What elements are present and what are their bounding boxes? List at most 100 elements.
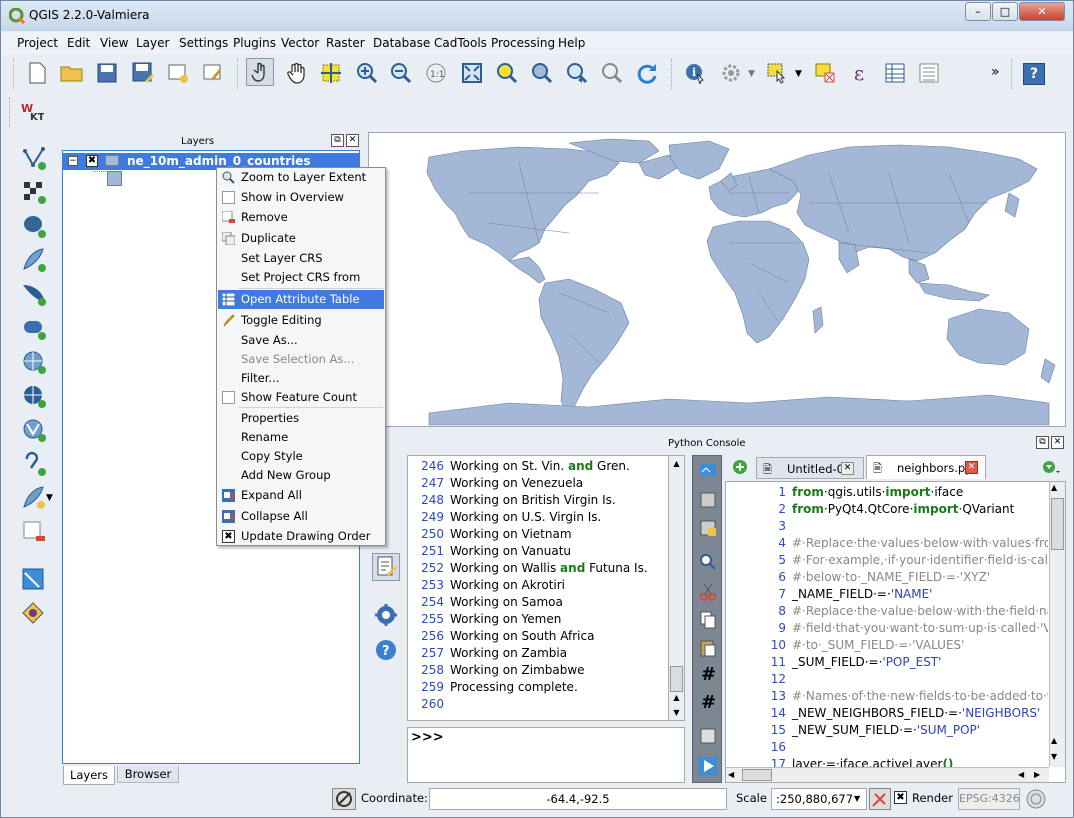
show-editor-icon[interactable]	[372, 553, 400, 581]
crs-status-button[interactable]: EPSG:4326	[958, 788, 1020, 810]
menu-database[interactable]: Database	[373, 36, 430, 50]
menu-remove[interactable]: Remove	[218, 208, 384, 227]
menu-open-attribute-table[interactable]: Open Attribute Table	[218, 290, 384, 309]
scroll-left-icon[interactable]: ◀	[1018, 768, 1024, 782]
scroll-up-icon[interactable]: ▲	[1051, 483, 1057, 492]
scroll-up-icon[interactable]: ▲	[1051, 736, 1057, 745]
console-output[interactable]: 246 Working on St. Vin. and Gren. 247 Worki…	[407, 455, 685, 721]
float-panel-icon[interactable]: ⧉	[331, 134, 344, 147]
scroll-right-icon[interactable]: ▶	[1034, 768, 1040, 782]
save-as-icon[interactable]	[129, 59, 157, 87]
stop-render-icon[interactable]	[869, 788, 891, 810]
editor-vscrollbar[interactable]: ▲ ▲ ▼	[1049, 482, 1065, 767]
map-canvas[interactable]	[368, 132, 1066, 427]
add-vector-layer-icon[interactable]	[19, 143, 49, 173]
zoom-last-icon[interactable]	[563, 59, 591, 87]
add-spatialite-layer-icon[interactable]	[19, 245, 49, 275]
run-feature-action-icon[interactable]	[717, 59, 745, 87]
menu-cadtools[interactable]: CadTools	[434, 36, 487, 50]
settings-icon[interactable]	[374, 603, 398, 630]
menu-collapse-all[interactable]: Collapse All	[218, 507, 384, 526]
add-wms-layer-icon[interactable]	[19, 347, 49, 377]
close-tab-icon[interactable]: ✕	[965, 461, 978, 474]
coordinate-field[interactable]: -64.4,-92.5	[429, 788, 727, 810]
menu-zoom-to-layer-extent[interactable]: Zoom to Layer Extent	[218, 168, 384, 187]
menu-edit[interactable]: Edit	[67, 36, 90, 50]
close-panel-icon[interactable]: ✕	[346, 134, 359, 147]
paste-icon[interactable]	[698, 638, 718, 661]
add-georeferenced-icon[interactable]	[19, 565, 49, 595]
menu-rename[interactable]: Rename	[218, 428, 384, 447]
menu-layer[interactable]: Layer	[136, 36, 169, 50]
add-mssql-layer-icon[interactable]	[19, 279, 49, 309]
zoom-actual-size-icon[interactable]: 1:1	[422, 59, 450, 87]
zoom-full-icon[interactable]	[458, 59, 486, 87]
help-button[interactable]: ?	[1023, 63, 1045, 85]
pan-hand-icon[interactable]	[283, 59, 311, 87]
gps-tools-icon[interactable]	[19, 599, 49, 629]
close-panel-icon[interactable]: ✕	[1051, 436, 1064, 449]
close-tab-icon[interactable]: ✕	[841, 462, 854, 475]
find-text-icon[interactable]	[698, 552, 718, 575]
scrollbar-thumb[interactable]	[670, 666, 683, 692]
menu-vector[interactable]: Vector	[281, 36, 319, 50]
collapse-icon[interactable]: −	[68, 156, 78, 166]
scroll-up-icon[interactable]: ▲	[669, 456, 684, 471]
scroll-up-icon[interactable]: ▲	[669, 690, 684, 705]
identify-features-icon[interactable]: i	[681, 59, 709, 87]
scroll-down-icon[interactable]: ▼	[1051, 752, 1057, 761]
composer-manager-icon[interactable]	[199, 59, 227, 87]
scroll-down-icon[interactable]: ▼	[669, 705, 684, 720]
add-postgis-layer-icon[interactable]	[19, 211, 49, 241]
scroll-left-icon[interactable]: ◀	[728, 768, 734, 782]
save-file-icon[interactable]	[698, 490, 718, 513]
dropdown-arrow-icon[interactable]: ▼	[748, 69, 755, 79]
menu-filter[interactable]: Filter...	[218, 369, 384, 388]
menu-save-as[interactable]: Save As...	[218, 331, 384, 350]
menu-help[interactable]: Help	[558, 36, 585, 50]
add-oracle-layer-icon[interactable]	[19, 313, 49, 343]
zoom-to-layer-icon[interactable]	[528, 59, 556, 87]
menu-raster[interactable]: Raster	[326, 36, 365, 50]
dropdown-arrow-icon[interactable]: ▼	[795, 69, 802, 79]
render-checkbox[interactable]: ✖	[894, 791, 907, 804]
add-tab-icon[interactable]	[732, 459, 748, 478]
menu-toggle-editing[interactable]: Toggle Editing	[218, 311, 384, 330]
menu-settings[interactable]: Settings	[179, 36, 228, 50]
tab-untitled[interactable]: 🗎 Untitled-0 ✕	[756, 457, 864, 479]
wkt-plugin-icon[interactable]: W KT	[18, 97, 46, 125]
expression-select-icon[interactable]: ε	[845, 59, 873, 87]
scale-combobox[interactable]: :250,880,677 ▼	[771, 788, 867, 810]
menu-properties[interactable]: Properties	[218, 409, 384, 428]
tab-browser[interactable]: Browser	[117, 766, 179, 783]
comment-icon[interactable]: #	[701, 664, 716, 685]
editor-hscrollbar[interactable]: ◀ ◀ ▶	[726, 767, 1049, 782]
menu-set-project-crs[interactable]: Set Project CRS from Layer	[218, 268, 384, 303]
console-scrollbar[interactable]: ▲ ▲ ▼	[668, 455, 685, 721]
console-help-icon[interactable]: ?	[374, 638, 398, 665]
dropdown-arrow-icon[interactable]: ▼	[46, 493, 53, 503]
render-label[interactable]: Render	[912, 791, 953, 805]
float-panel-icon[interactable]: ⧉	[1036, 436, 1049, 449]
attribute-table-icon[interactable]	[881, 59, 909, 87]
run-script-icon[interactable]	[698, 756, 718, 779]
save-project-icon[interactable]	[93, 59, 121, 87]
menu-show-feature-count[interactable]: Show Feature Count	[218, 388, 384, 407]
refresh-icon[interactable]	[633, 59, 661, 87]
close-window-button[interactable]: ✕	[1019, 2, 1065, 21]
open-file-icon[interactable]	[698, 460, 718, 483]
add-delimited-text-icon[interactable]	[19, 449, 49, 479]
dropdown-arrow-icon[interactable]: ▼	[854, 789, 860, 809]
menu-expand-all[interactable]: Expand All	[218, 486, 384, 505]
pan-to-selection-icon[interactable]	[317, 59, 345, 87]
tab-layers[interactable]: Layers	[63, 766, 115, 785]
select-features-icon[interactable]	[763, 59, 791, 87]
deselect-all-icon[interactable]	[811, 59, 839, 87]
zoom-next-icon[interactable]	[598, 59, 626, 87]
layer-visibility-checkbox[interactable]: ✖	[86, 155, 98, 167]
save-as-file-icon[interactable]	[698, 518, 718, 541]
tab-neighbors[interactable]: 🗎 neighbors.py ✕	[866, 455, 986, 479]
pan-map-selected-icon[interactable]	[246, 58, 274, 86]
new-project-icon[interactable]	[23, 59, 51, 87]
menu-update-drawing-order[interactable]: ✖ Update Drawing Order	[218, 527, 384, 546]
